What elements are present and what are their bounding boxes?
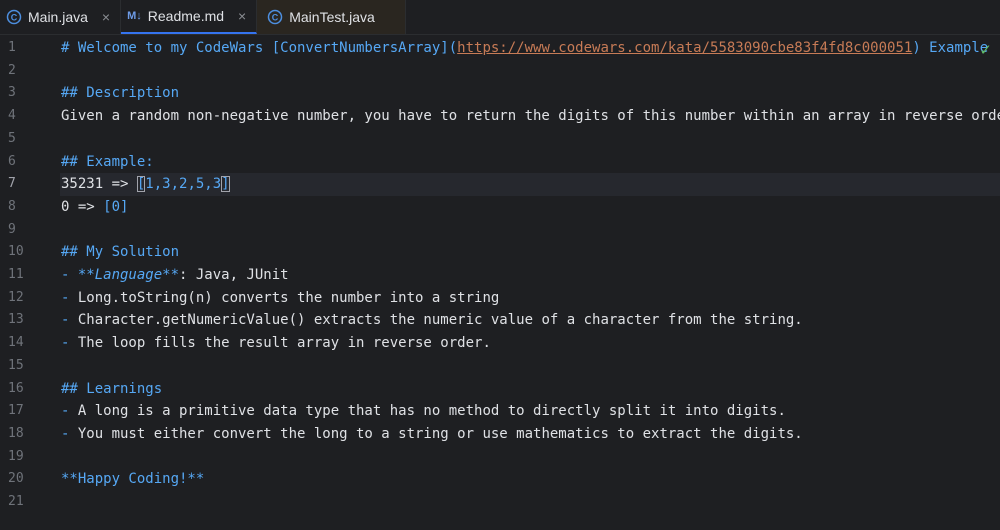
list-text: : Java, JUnit — [179, 267, 289, 283]
editor-line-12[interactable]: - Long.toString(n) converts the number i… — [60, 287, 1000, 310]
line-number: 13 — [8, 312, 24, 328]
line-number: 2 — [8, 62, 16, 78]
codewars-link[interactable]: https://www.codewars.com/kata/5583090cbe… — [457, 40, 912, 56]
editor-line-7[interactable]: 35231 => [1,3,2,5,3] — [60, 173, 1000, 196]
example-output: 1,3,2,5,3 — [145, 176, 222, 193]
editor-line-10[interactable]: ## My Solution — [60, 241, 1000, 264]
editor-text-area[interactable]: # Welcome to my CodeWars [ConvertNumbers… — [60, 35, 1000, 530]
heading-example: ## Example: — [61, 153, 154, 170]
heading-description: ## Description — [61, 85, 180, 102]
line-number: 18 — [8, 425, 24, 441]
line-number: 16 — [8, 380, 24, 396]
tab-readme-md[interactable]: M↓ Readme.md × — [121, 0, 258, 34]
list-text: You must either convert the long to a st… — [77, 425, 803, 442]
svg-text:C: C — [272, 13, 279, 23]
editor-line-3[interactable]: ## Description — [60, 82, 1000, 105]
editor-line-17[interactable]: - A long is a primitive data type that h… — [60, 400, 1000, 423]
list-bullet: - — [61, 403, 78, 420]
list-bullet: - — [61, 335, 78, 352]
list-text: Character.getNumericValue() extracts the… — [77, 312, 803, 329]
line-number: 6 — [8, 153, 16, 169]
tab-maintest-java[interactable]: C MainTest.java — [257, 0, 406, 34]
example-input: 35231 => — [61, 176, 137, 193]
line-number: 19 — [8, 448, 24, 464]
heading-text: # Welcome to my CodeWars [ConvertNumbers… — [61, 40, 458, 56]
heading-learnings: ## Learnings — [61, 380, 163, 397]
example-input: 0 => — [61, 198, 104, 215]
editor-line-14[interactable]: - The loop fills the result array in rev… — [60, 332, 1000, 355]
list-bullet: - — [61, 425, 78, 442]
line-number: 4 — [8, 108, 16, 124]
checkmark-icon[interactable]: ✓ — [979, 41, 992, 59]
heading-my-solution: ## My Solution — [61, 244, 180, 261]
line-number: 7 — [8, 176, 16, 192]
markdown-icon: M↓ — [127, 10, 142, 22]
line-number: 15 — [8, 357, 24, 373]
editor-line-11[interactable]: - **Language**: Java, JUnit — [60, 264, 1000, 287]
bold-happy-coding: **Happy Coding!** — [61, 471, 205, 488]
heading-text: ) Example — [912, 40, 989, 56]
line-number-gutter: 1 2 3 4 5 6 7 8 9 10 11 12 13 14 15 16 17 18 19 20 21 — [0, 35, 60, 530]
bracket-close: ] — [221, 176, 230, 193]
line-number: 10 — [8, 244, 24, 260]
line-number: 11 — [8, 267, 24, 282]
line-number: 14 — [8, 335, 24, 351]
tab-main-java[interactable]: C Main.java × — [0, 0, 122, 34]
line-number: 3 — [8, 85, 16, 101]
editor-line-4[interactable]: Given a random non-negative number, you … — [60, 105, 1000, 128]
line-number: 17 — [8, 403, 24, 419]
close-icon[interactable]: × — [102, 9, 110, 25]
tab-label: Readme.md — [147, 8, 225, 24]
editor-line-13[interactable]: - Character.getNumericValue() extracts t… — [60, 309, 1000, 332]
close-icon[interactable]: × — [238, 8, 246, 24]
svg-text:C: C — [11, 13, 18, 23]
java-class-icon: C — [267, 9, 283, 25]
editor-tab-bar: C Main.java × M↓ Readme.md × C MainTest.… — [0, 0, 1000, 35]
tab-label: Main.java — [28, 9, 88, 25]
editor-line-8[interactable]: 0 => [0] — [60, 196, 1000, 219]
editor-line-18[interactable]: - You must either convert the long to a … — [60, 423, 1000, 446]
list-bullet: - — [61, 289, 78, 306]
line-number: 20 — [8, 471, 24, 487]
line-number: 21 — [8, 494, 24, 509]
editor-line-20[interactable]: **Happy Coding!** — [60, 468, 1000, 491]
bold-language: **Language** — [77, 267, 180, 283]
line-number: 9 — [8, 221, 16, 237]
list-text: Long.toString(n) converts the number int… — [77, 289, 500, 306]
list-text: The loop fills the result array in rever… — [77, 335, 491, 352]
line-number: 5 — [8, 130, 16, 146]
line-number: 8 — [8, 198, 16, 214]
editor-line-16[interactable]: ## Learnings — [60, 378, 1000, 401]
tab-label: MainTest.java — [289, 9, 375, 25]
list-bullet: - — [61, 267, 78, 283]
java-class-icon: C — [6, 9, 22, 25]
list-text: A long is a primitive data type that has… — [77, 403, 786, 420]
list-bullet: - — [61, 312, 78, 329]
markdown-editor[interactable]: 1 2 3 4 5 6 7 8 9 10 11 12 13 14 15 16 17 18 19 20 21 # Welc… — [0, 35, 1000, 530]
editor-line-1[interactable]: # Welcome to my CodeWars [ConvertNumbers… — [60, 37, 1000, 60]
editor-line-6[interactable]: ## Example: — [60, 151, 1000, 174]
description-text: Given a random non-negative number, you … — [61, 108, 1000, 125]
line-number: 12 — [8, 289, 24, 305]
example-output: [0] — [103, 198, 129, 215]
line-number: 1 — [8, 40, 16, 55]
